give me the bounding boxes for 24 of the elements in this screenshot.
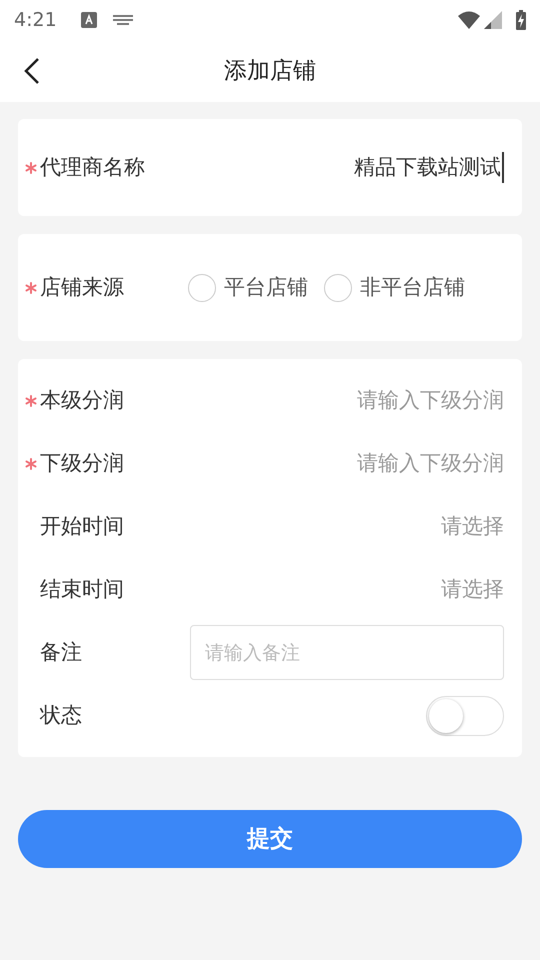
select-field[interactable]: 请选择 bbox=[441, 574, 504, 606]
radio-option[interactable]: 非平台店铺 bbox=[324, 272, 465, 304]
wifi-icon bbox=[458, 11, 480, 29]
select-field[interactable]: 请选择 bbox=[441, 510, 504, 542]
remark-field[interactable]: 请输入备注 bbox=[190, 625, 504, 680]
page-title: 添加店铺 bbox=[224, 56, 316, 86]
radio-option[interactable]: 平台店铺 bbox=[188, 272, 308, 304]
battery-charging-icon bbox=[516, 10, 526, 30]
signal-icon bbox=[484, 11, 502, 29]
field-label: 店铺来源 bbox=[40, 274, 124, 301]
keyboard-indicator-icon bbox=[80, 12, 97, 28]
field-label: 下级分润 bbox=[40, 450, 124, 477]
input-field[interactable]: 请输入下级分润 bbox=[357, 448, 504, 480]
field-label: 代理商名称 bbox=[40, 154, 145, 181]
field-label: 本级分润 bbox=[40, 386, 124, 414]
field-label: 备注 bbox=[40, 638, 82, 666]
agent-name-field[interactable]: 精品下载站测试 bbox=[354, 152, 504, 184]
input-field[interactable]: 请输入下级分润 bbox=[357, 384, 504, 416]
status-time: 4:21 bbox=[14, 8, 57, 33]
field-label: 结束时间 bbox=[40, 576, 124, 603]
field-label: 状态 bbox=[40, 702, 82, 729]
submit-button[interactable]: 提交 bbox=[18, 810, 522, 868]
field-label: 开始时间 bbox=[40, 512, 124, 540]
status-switch[interactable] bbox=[426, 696, 504, 736]
